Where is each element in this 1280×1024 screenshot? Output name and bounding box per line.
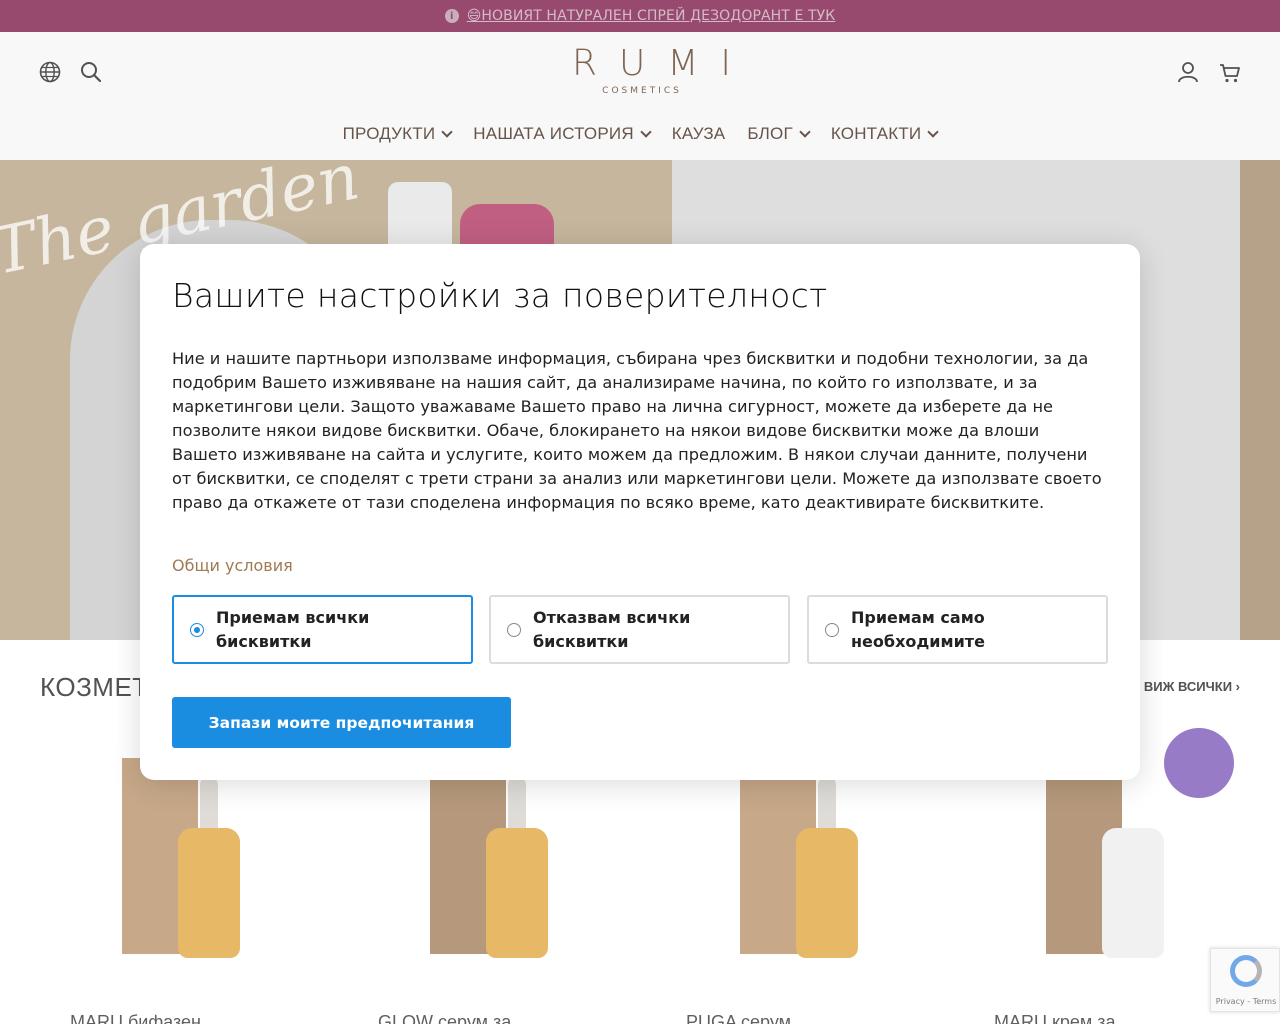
modal-title: Вашите настройки за поверителност [172, 276, 828, 315]
terms-link[interactable]: Общи условия [172, 556, 293, 575]
modal-body-text: Ние и нашите партньори използваме информ… [172, 349, 1102, 512]
radio-button[interactable] [507, 623, 521, 637]
option-necessary-only[interactable]: Приемам само необходимите [807, 595, 1108, 664]
option-label: Приемам всички бисквитки [216, 608, 370, 651]
option-reject-all[interactable]: Отказвам всички бисквитки [489, 595, 790, 664]
radio-button[interactable] [825, 623, 839, 637]
option-label: Приемам само необходимите [851, 608, 985, 651]
option-accept-all[interactable]: Приемам всички бисквитки [172, 595, 473, 664]
radio-button[interactable] [190, 623, 204, 637]
cookie-consent-modal: Вашите настройки за поверителност Ние и … [140, 244, 1140, 780]
save-preferences-button[interactable]: Запази моите предпочитания [172, 697, 511, 748]
option-label: Отказвам всички бисквитки [533, 608, 691, 651]
